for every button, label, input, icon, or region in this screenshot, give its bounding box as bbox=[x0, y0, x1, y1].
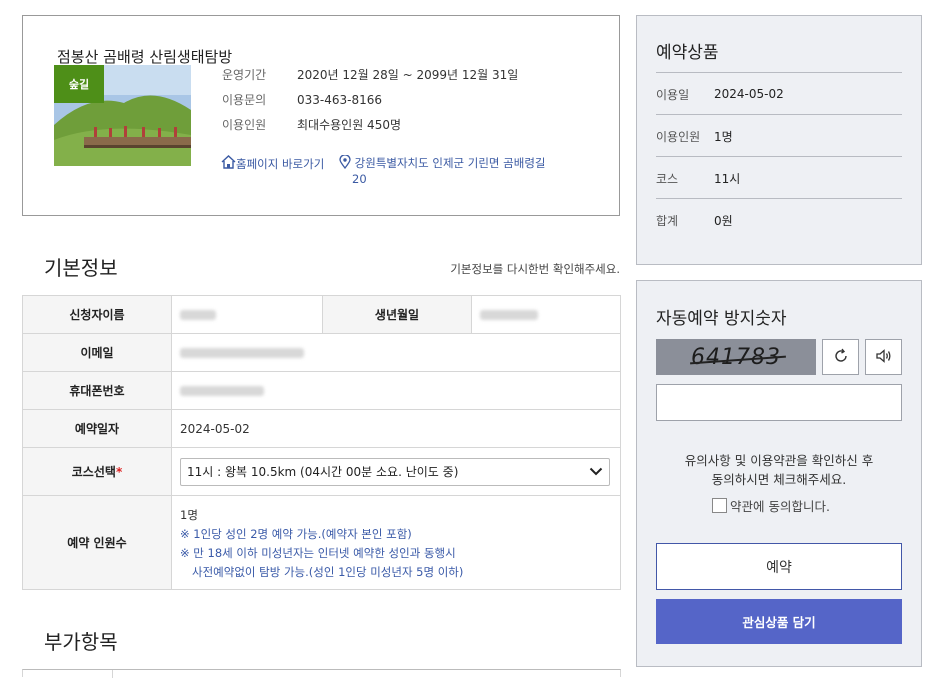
summary-value: 1명 bbox=[714, 129, 733, 144]
course-select[interactable]: 11시 : 왕복 10.5km (04시간 00분 소요. 난이도 중) bbox=[180, 457, 610, 486]
summary-row-people: 이용인원 1명 bbox=[656, 114, 902, 157]
notice-line: ※ 만 18세 이하 미성년자는 인터넷 예약한 성인과 동행시 bbox=[180, 545, 456, 560]
agree-checkbox[interactable] bbox=[712, 498, 727, 513]
info-label: 운영기간 bbox=[222, 68, 267, 82]
reserve-button[interactable]: 예약 bbox=[656, 543, 902, 590]
info-label: 이용인원 bbox=[222, 118, 267, 132]
summary-value: 11시 bbox=[714, 171, 741, 186]
applicant-value bbox=[171, 295, 323, 334]
category-badge: 숲길 bbox=[54, 65, 104, 103]
summary-value: 0원 bbox=[714, 213, 733, 228]
course-label-text: 코스선택 bbox=[71, 465, 116, 479]
course-label: 코스선택* bbox=[22, 447, 172, 496]
agree-checkbox-label: 약관에 동의합니다. bbox=[730, 499, 830, 514]
date-value: 2024-05-02 bbox=[171, 409, 621, 448]
address-line-1: 강원특별자치도 인제군 기린면 곰배령길 bbox=[354, 156, 546, 170]
refresh-icon bbox=[833, 348, 849, 367]
captcha-title: 자동예약 방지숫자 bbox=[656, 309, 787, 329]
birth-value bbox=[471, 295, 621, 334]
notice-line: ※ 1인당 성인 2명 예약 가능.(예약자 본인 포함) bbox=[180, 526, 412, 541]
summary-row-course: 코스 11시 bbox=[656, 156, 902, 199]
headcount-cell: 1명 ※ 1인당 성인 2명 예약 가능.(예약자 본인 포함) ※ 만 18세… bbox=[171, 495, 621, 590]
basic-info-table: 신청자이름 생년월일 이메일 휴대폰번호 예약일자 2024-05-02 코스선… bbox=[22, 295, 621, 590]
email-label: 이메일 bbox=[22, 333, 172, 372]
birth-label: 생년월일 bbox=[322, 295, 472, 334]
basic-info-title: 기본정보 bbox=[44, 256, 118, 280]
reservation-summary-panel: 예약상품 이용일 2024-05-02 이용인원 1명 코스 11시 합계 0원 bbox=[636, 15, 922, 265]
table-row: 예약 인원수 1명 ※ 1인당 성인 2명 예약 가능.(예약자 본인 포함) … bbox=[22, 495, 621, 590]
redacted-phone bbox=[180, 386, 264, 396]
table-row: 휴대폰번호 bbox=[22, 371, 621, 410]
headcount-label: 예약 인원수 bbox=[22, 495, 172, 590]
summary-value: 2024-05-02 bbox=[714, 87, 784, 101]
date-label: 예약일자 bbox=[22, 409, 172, 448]
info-label: 이용문의 bbox=[222, 93, 267, 107]
info-row-period: 운영기간 2020년 12월 28일 ~ 2099년 12월 31일 bbox=[222, 66, 518, 83]
add-to-wishlist-button[interactable]: 관심상품 담기 bbox=[656, 599, 902, 644]
extra-items-table bbox=[22, 669, 621, 678]
redacted-email bbox=[180, 348, 304, 358]
extra-items-title: 부가항목 bbox=[44, 630, 118, 654]
agree-checkbox-row[interactable]: 약관에 동의합니다. bbox=[712, 496, 830, 515]
captcha-audio-button[interactable] bbox=[865, 339, 902, 375]
summary-label: 이용일 bbox=[656, 87, 690, 102]
phone-label: 휴대폰번호 bbox=[22, 371, 172, 410]
email-value bbox=[171, 333, 621, 372]
agree-instructions: 유의사항 및 이용약관을 확인하신 후 동의하시면 체크해주세요. bbox=[656, 451, 902, 489]
summary-label: 이용인원 bbox=[656, 129, 701, 144]
captcha-input[interactable] bbox=[656, 384, 902, 421]
captcha-image: 641783 bbox=[656, 339, 816, 375]
table-row: 코스선택* 11시 : 왕복 10.5km (04시간 00분 소요. 난이도 … bbox=[22, 447, 621, 496]
required-mark: * bbox=[115, 465, 123, 479]
redacted-birth bbox=[480, 310, 538, 320]
course-select-value: 11시 : 왕복 10.5km (04시간 00분 소요. 난이도 중) bbox=[187, 465, 459, 479]
summary-row-date: 이용일 2024-05-02 bbox=[656, 72, 902, 115]
address-line-2: 20 bbox=[352, 172, 367, 186]
headcount-value: 1명 bbox=[180, 507, 198, 522]
captcha-refresh-button[interactable] bbox=[822, 339, 859, 375]
homepage-link-label: 홈페이지 바로가기 bbox=[236, 156, 325, 171]
chevron-down-icon bbox=[589, 465, 603, 479]
course-cell: 11시 : 왕복 10.5km (04시간 00분 소요. 난이도 중) bbox=[171, 447, 621, 496]
table-row: 이메일 bbox=[22, 333, 621, 372]
agree-text-line: 동의하시면 체크해주세요. bbox=[711, 472, 847, 487]
location-pin-icon bbox=[339, 154, 351, 172]
address-link[interactable]: 강원특별자치도 인제군 기린면 곰배령길 20 bbox=[339, 154, 546, 186]
info-value: 033-463-8166 bbox=[297, 93, 383, 107]
table-row: 예약일자 2024-05-02 bbox=[22, 409, 621, 448]
speaker-icon bbox=[875, 348, 893, 367]
table-row: 신청자이름 생년월일 bbox=[22, 295, 621, 334]
product-image: 숲길 bbox=[54, 65, 191, 166]
phone-value bbox=[171, 371, 621, 410]
info-value: 2020년 12월 28일 ~ 2099년 12월 31일 bbox=[297, 68, 519, 82]
info-value: 최대수용인원 450명 bbox=[297, 118, 401, 132]
applicant-label: 신청자이름 bbox=[22, 295, 172, 334]
info-row-capacity: 이용인원 최대수용인원 450명 bbox=[222, 116, 401, 133]
agree-text-line: 유의사항 및 이용약관을 확인하신 후 bbox=[684, 453, 874, 468]
summary-label: 합계 bbox=[656, 213, 679, 228]
info-row-contact: 이용문의 033-463-8166 bbox=[222, 91, 382, 108]
notice-line: 사전예약없이 탐방 가능.(성인 1인당 미성년자 5명 이하) bbox=[192, 564, 464, 579]
summary-row-total: 합계 0원 bbox=[656, 198, 902, 241]
redacted-name bbox=[180, 310, 216, 320]
summary-label: 코스 bbox=[656, 171, 679, 186]
product-card: 점봉산 곰배령 산림생태탐방 숲길 운영기간 2020년 12월 28일 ~ 20… bbox=[22, 15, 620, 216]
summary-title: 예약상품 bbox=[656, 43, 719, 63]
homepage-link[interactable]: 홈페이지 바로가기 bbox=[221, 155, 324, 172]
captcha-panel: 자동예약 방지숫자 641783 유의사항 및 이용약관을 확인하신 후 동의하… bbox=[636, 280, 922, 667]
basic-info-hint: 기본정보를 다시한번 확인해주세요. bbox=[450, 262, 620, 276]
home-icon bbox=[221, 155, 236, 172]
product-title: 점봉산 곰배령 산림생태탐방 bbox=[57, 48, 233, 66]
